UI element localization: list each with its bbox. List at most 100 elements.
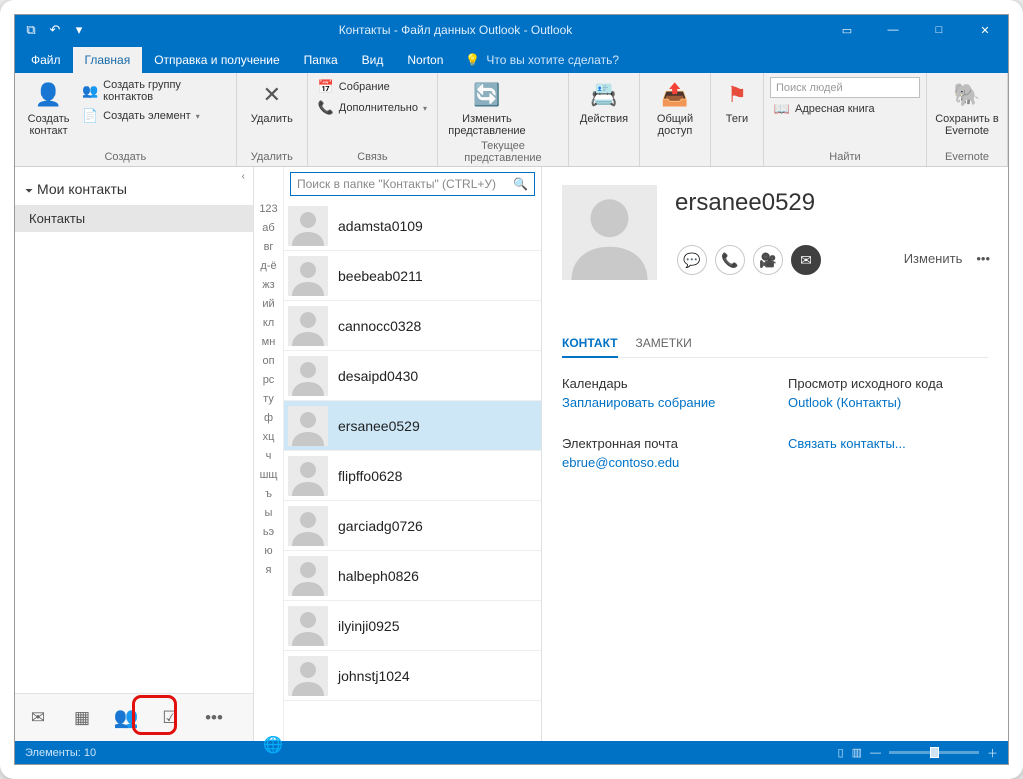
- alpha-index[interactable]: ьэ: [263, 526, 274, 538]
- tab-view[interactable]: Вид: [350, 47, 396, 73]
- change-view-button[interactable]: 🔄Изменить представление: [444, 77, 530, 139]
- contact-row[interactable]: johnstj1024: [284, 651, 541, 701]
- zoom-slider[interactable]: [889, 751, 979, 754]
- alpha-index[interactable]: ф: [264, 412, 273, 424]
- contact-row[interactable]: ilyinji0925: [284, 601, 541, 651]
- person-card-icon: 👤: [33, 79, 65, 111]
- search-icon[interactable]: 🔍: [513, 177, 528, 191]
- meeting-button[interactable]: 📅Собрание: [314, 77, 431, 97]
- source-link[interactable]: Outlook (Контакты): [788, 395, 978, 410]
- close-button[interactable]: ✕: [962, 15, 1008, 45]
- contact-row[interactable]: flipffo0628: [284, 451, 541, 501]
- contact-row[interactable]: beebeab0211: [284, 251, 541, 301]
- email-action-icon[interactable]: ✉: [791, 245, 821, 275]
- actions-button[interactable]: 📇Действия: [575, 77, 633, 127]
- contact-row[interactable]: desaipd0430: [284, 351, 541, 401]
- contact-row[interactable]: halbeph0826: [284, 551, 541, 601]
- tab-file[interactable]: Файл: [19, 47, 73, 73]
- delete-label: Удалить: [251, 113, 293, 125]
- schedule-meeting-link[interactable]: Запланировать собрание: [562, 395, 752, 410]
- mail-nav-icon[interactable]: ✉: [23, 703, 53, 733]
- contact-row[interactable]: garciadg0726: [284, 501, 541, 551]
- tags-button[interactable]: ⚑Теги: [717, 77, 757, 127]
- alpha-index[interactable]: аб: [262, 222, 274, 234]
- evernote-button[interactable]: 🐘Сохранить в Evernote: [933, 77, 1001, 139]
- bulb-icon: 💡: [465, 53, 480, 67]
- tab-sendreceive[interactable]: Отправка и получение: [142, 47, 291, 73]
- minimize-button[interactable]: —: [870, 15, 916, 45]
- tab-home[interactable]: Главная: [73, 47, 143, 73]
- new-contact-button[interactable]: 👤 Создать контакт: [21, 77, 76, 139]
- avatar-icon: [288, 406, 328, 446]
- edit-contact-button[interactable]: Изменить: [904, 251, 963, 266]
- new-contact-label: Создать контакт: [22, 113, 75, 137]
- zoom-out-icon[interactable]: —: [870, 747, 881, 759]
- view-reading-icon[interactable]: ▥: [852, 746, 862, 759]
- undo-icon[interactable]: ↶: [47, 22, 63, 38]
- alpha-index[interactable]: ы: [265, 507, 273, 519]
- collapse-pane-icon[interactable]: ‹: [242, 171, 245, 182]
- maximize-button[interactable]: □: [916, 15, 962, 45]
- email-link[interactable]: ebrue@contoso.edu: [562, 455, 752, 470]
- refresh-icon: 🔄: [471, 79, 503, 111]
- call-action-icon[interactable]: 📞: [715, 245, 745, 275]
- tell-me-search[interactable]: 💡 Что вы хотите сделать?: [455, 47, 629, 73]
- new-item-button[interactable]: 📄Создать элемент ▾: [78, 106, 230, 126]
- email-heading: Электронная почта: [562, 436, 752, 451]
- flag-icon: ⚑: [721, 79, 753, 111]
- group-delete-label: Удалить: [243, 150, 301, 164]
- globe-people-icon[interactable]: 🌐: [263, 735, 283, 755]
- alpha-index[interactable]: мн: [262, 336, 276, 348]
- status-items: Элементы: 10: [25, 747, 96, 759]
- view-normal-icon[interactable]: ▯: [838, 746, 844, 759]
- contact-row[interactable]: adamsta0109: [284, 201, 541, 251]
- alpha-index[interactable]: ту: [263, 393, 274, 405]
- address-book-button[interactable]: 📖Адресная книга: [770, 99, 920, 119]
- tab-contact[interactable]: КОНТАКТ: [562, 330, 618, 358]
- calendar-nav-icon[interactable]: ▦: [67, 703, 97, 733]
- tasks-nav-icon[interactable]: ☑: [155, 703, 185, 733]
- qat-more-icon[interactable]: ▾: [71, 22, 87, 38]
- alpha-index[interactable]: вг: [264, 241, 274, 253]
- tab-notes[interactable]: ЗАМЕТКИ: [636, 330, 692, 357]
- address-book-label: Адресная книга: [795, 103, 875, 115]
- zoom-in-icon[interactable]: ＋: [987, 745, 998, 761]
- alpha-index[interactable]: рс: [263, 374, 275, 386]
- more-options-icon[interactable]: •••: [976, 251, 990, 266]
- alpha-index[interactable]: ъ: [265, 488, 272, 500]
- alpha-index[interactable]: ий: [262, 298, 274, 310]
- contact-row[interactable]: ersanee0529: [284, 401, 541, 451]
- more-comm-button[interactable]: 📞Дополнительно ▾: [314, 98, 431, 118]
- more-nav-icon[interactable]: •••: [199, 703, 229, 733]
- delete-button[interactable]: ✕Удалить: [243, 77, 301, 127]
- alpha-index[interactable]: хц: [263, 431, 275, 443]
- share-button[interactable]: 📤Общий доступ: [646, 77, 704, 139]
- meeting-label: Собрание: [339, 81, 390, 93]
- alpha-index[interactable]: д-ё: [260, 260, 276, 272]
- tell-me-label: Что вы хотите сделать?: [486, 53, 619, 67]
- video-action-icon[interactable]: 🎥: [753, 245, 783, 275]
- folder-search-input[interactable]: Поиск в папке "Контакты" (CTRL+У) 🔍: [290, 172, 535, 196]
- tab-folder[interactable]: Папка: [292, 47, 350, 73]
- alpha-index[interactable]: ч: [266, 450, 272, 462]
- alpha-index[interactable]: кл: [263, 317, 274, 329]
- search-people-input[interactable]: Поиск людей: [770, 77, 920, 98]
- my-contacts-header[interactable]: Мои контакты: [25, 175, 243, 203]
- link-contacts-link[interactable]: Связать контакты...: [788, 436, 978, 451]
- tab-norton[interactable]: Norton: [395, 47, 455, 73]
- alpha-index[interactable]: жз: [262, 279, 274, 291]
- window-title: Контакты - Файл данных Outlook - Outlook: [87, 23, 824, 37]
- alpha-index[interactable]: я: [266, 564, 272, 576]
- chat-action-icon[interactable]: 💬: [677, 245, 707, 275]
- new-group-button[interactable]: 👥Создать группу контактов: [78, 77, 230, 105]
- ribbon-display-icon[interactable]: ▭: [824, 15, 870, 45]
- alpha-index[interactable]: шщ: [260, 469, 278, 481]
- alpha-index[interactable]: ю: [264, 545, 272, 557]
- contact-row[interactable]: cannocc0328: [284, 301, 541, 351]
- contact-name: desaipd0430: [338, 368, 418, 384]
- people-nav-icon[interactable]: 👥: [111, 703, 141, 733]
- alpha-index[interactable]: 123: [259, 203, 277, 215]
- alpha-index[interactable]: оп: [262, 355, 274, 367]
- contact-name: ersanee0529: [338, 418, 420, 434]
- contacts-folder[interactable]: Контакты: [15, 205, 253, 232]
